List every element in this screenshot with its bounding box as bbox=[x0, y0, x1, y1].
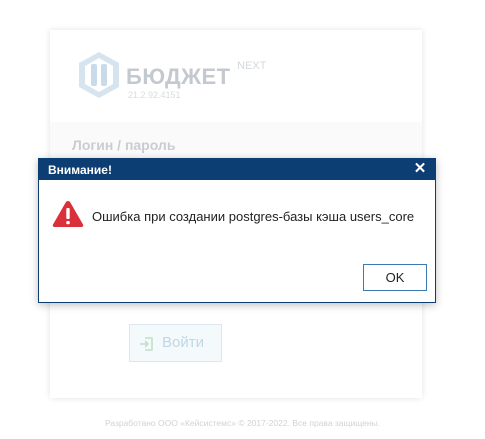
ok-button[interactable]: OK bbox=[363, 264, 427, 291]
dialog-message: Ошибка при создании postgres-базы кэша u… bbox=[92, 209, 415, 224]
dialog-header: Внимание! ✕ bbox=[39, 159, 435, 180]
hexagon-logo-icon bbox=[79, 52, 119, 98]
logo-text: БЮДЖЕТ bbox=[126, 64, 231, 89]
footer-copyright: Разработано ООО «Кейсистемс» © 2017-2022… bbox=[104, 418, 381, 428]
dialog-title: Внимание! bbox=[48, 163, 112, 177]
warning-triangle-icon bbox=[52, 201, 84, 227]
alert-dialog: Внимание! ✕ Ошибка при создании postgres… bbox=[38, 158, 436, 303]
logo-suffix: NEXT bbox=[237, 60, 267, 72]
login-button[interactable]: Войти bbox=[129, 324, 222, 362]
section-title: Логин / пароль bbox=[72, 137, 176, 153]
close-icon[interactable]: ✕ bbox=[413, 161, 427, 177]
sign-in-icon bbox=[140, 337, 153, 351]
app-logo: БЮДЖЕТ NEXT 21.2.92.4151 bbox=[76, 50, 376, 110]
login-button-label: Войти bbox=[162, 334, 204, 351]
version-label: 21.2.92.4151 bbox=[128, 90, 181, 100]
